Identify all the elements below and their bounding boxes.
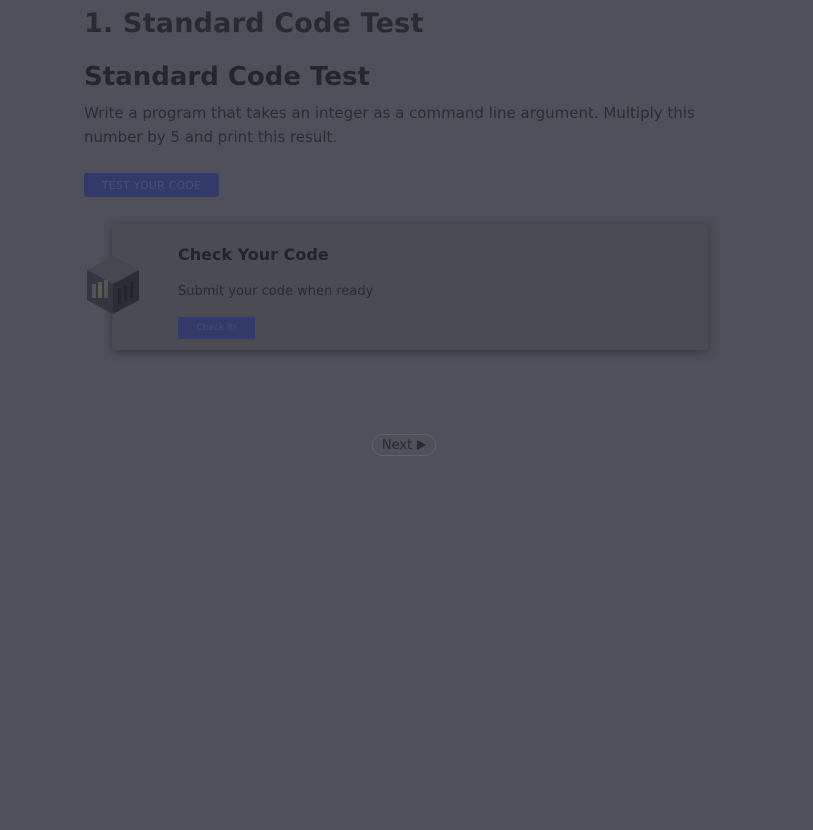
check-it-button[interactable]: Check It! <box>178 317 255 339</box>
next-button[interactable]: Next <box>372 434 436 456</box>
page-title: 1. Standard Code Test <box>84 8 424 39</box>
exercise-instructions: Write a program that takes an integer as… <box>84 104 695 146</box>
server-rack-icon <box>87 256 139 314</box>
check-code-subtitle: Submit your code when ready <box>178 284 374 299</box>
exercise-heading: Standard Code Test <box>84 62 370 92</box>
next-label: Next <box>381 437 413 453</box>
test-your-code-button[interactable]: TEST YOUR CODE <box>84 173 219 197</box>
play-icon <box>417 440 427 450</box>
check-code-title: Check Your Code <box>178 245 329 264</box>
lesson-page: 1. Standard Code Test Standard Code Test… <box>0 0 813 830</box>
